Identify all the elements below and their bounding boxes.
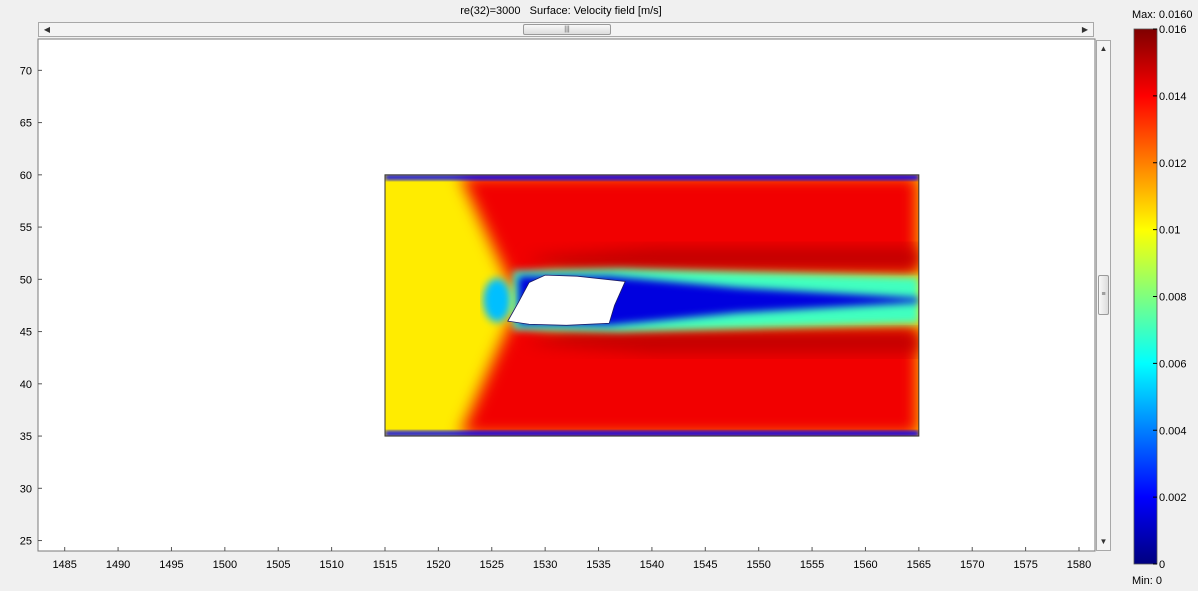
- x-tick-label: 1520: [426, 559, 450, 571]
- y-tick-label: 65: [20, 118, 32, 130]
- colorbar-tick-label: 0.006: [1159, 358, 1187, 370]
- x-tick-label: 1560: [853, 559, 877, 571]
- vertical-scroll-thumb[interactable]: ≡: [1098, 275, 1109, 315]
- x-tick-label: 1505: [266, 559, 290, 571]
- colorbar-min-label: Min: 0: [1132, 575, 1162, 587]
- x-tick-label: 1495: [159, 559, 183, 571]
- x-tick-label: 1490: [106, 559, 130, 571]
- y-tick-label: 25: [20, 536, 32, 548]
- velocity-field-plot: 25 30 35 40 45 50 55 60 65 70 1485 1490 1495 1500 150…: [20, 24, 1187, 571]
- x-tick-label: 1540: [640, 559, 664, 571]
- x-tick-label: 1545: [693, 559, 717, 571]
- colorbar-tick-label: 0.014: [1159, 91, 1187, 103]
- y-tick-label: 45: [20, 327, 32, 339]
- horizontal-scroll-thumb[interactable]: |||: [523, 24, 611, 35]
- stagnation-zone: [483, 278, 512, 323]
- grip-icon: ≡: [1101, 291, 1106, 298]
- x-tick-label: 1515: [373, 559, 397, 571]
- triangle-left-icon[interactable]: ◀: [40, 23, 54, 36]
- colorbar-tick-label: 0.016: [1159, 24, 1187, 36]
- colorbar-tick-label: 0.01: [1159, 225, 1180, 237]
- colorbar-tick-label: 0.008: [1159, 292, 1187, 304]
- y-tick-label: 35: [20, 431, 32, 443]
- y-tick-label: 50: [20, 274, 32, 286]
- x-tick-label: 1575: [1013, 559, 1037, 571]
- colorbar-tick-label: 0.002: [1159, 492, 1187, 504]
- triangle-right-icon[interactable]: ▶: [1078, 23, 1092, 36]
- colorbar-tick-label: 0: [1159, 559, 1165, 571]
- x-tick-label: 1530: [533, 559, 557, 571]
- bottom-wall-boundary-layer: [384, 431, 919, 437]
- x-tick-label: 1510: [319, 559, 343, 571]
- x-tick-label: 1485: [52, 559, 76, 571]
- x-tick-label: 1550: [746, 559, 770, 571]
- colorbar-tick-label: 0.012: [1159, 158, 1187, 170]
- triangle-down-icon[interactable]: ▼: [1097, 535, 1110, 549]
- x-tick-label: 1535: [586, 559, 610, 571]
- x-tick-label: 1565: [907, 559, 931, 571]
- vertical-scrollbar[interactable]: ▲ ≡ ▼: [1096, 40, 1111, 551]
- grip-icon: |||: [564, 26, 570, 33]
- colorbar: 0 0.002 0.004 0.006 0.008 0.01 0.012 0.014 0.016: [1133, 24, 1187, 571]
- top-wall-boundary-layer: [384, 174, 919, 180]
- y-tick-label: 40: [20, 379, 32, 391]
- x-tick-label: 1570: [960, 559, 984, 571]
- y-tick-label: 30: [20, 483, 32, 495]
- colorbar-tick-label: 0.004: [1159, 425, 1187, 437]
- colorbar-max-label: Max: 0.0160: [1132, 9, 1193, 21]
- x-tick-label: 1525: [480, 559, 504, 571]
- triangle-up-icon[interactable]: ▲: [1097, 42, 1110, 56]
- horizontal-scrollbar[interactable]: ◀ ||| ▶: [38, 22, 1094, 37]
- x-tick-label: 1500: [213, 559, 237, 571]
- x-tick-label: 1555: [800, 559, 824, 571]
- y-tick-label: 55: [20, 222, 32, 234]
- y-tick-label: 70: [20, 65, 32, 77]
- x-tick-label: 1580: [1067, 559, 1091, 571]
- y-tick-label: 60: [20, 170, 32, 182]
- velocity-field-surface: [384, 174, 919, 437]
